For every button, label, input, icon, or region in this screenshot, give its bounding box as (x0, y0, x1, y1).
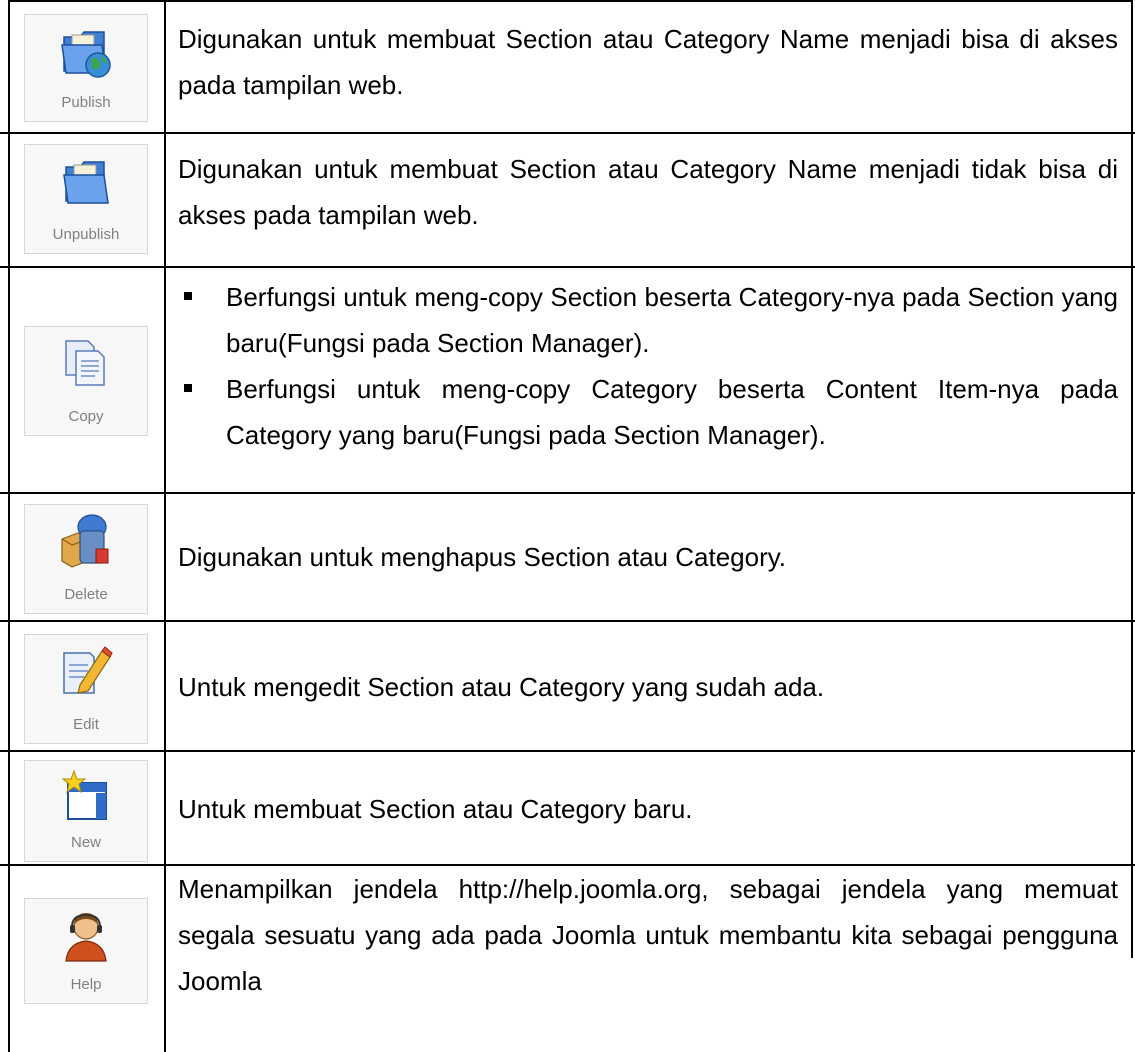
publish-description: Digunakan untuk membuat Section atau Cat… (178, 24, 1118, 100)
unpublish-button-label: Unpublish (52, 226, 120, 243)
new-button-label: New (70, 834, 101, 851)
table-row-new: New Untuk membuat Section atau Category … (0, 752, 1135, 866)
unpublish-description: Digunakan untuk membuat Section atau Cat… (178, 154, 1118, 230)
publish-button[interactable]: Publish (24, 14, 148, 122)
help-button-label: Help (70, 976, 102, 993)
edit-button-label: Edit (73, 716, 99, 733)
copy-description-item: Berfungsi untuk meng-copy Category beser… (178, 366, 1118, 458)
table-column-divider (164, 0, 166, 1052)
copy-button[interactable]: Copy (24, 326, 148, 436)
delete-trash-icon (61, 514, 109, 568)
table-row-edit: Edit Untuk mengedit Section atau Categor… (0, 622, 1135, 752)
copy-button-label: Copy (68, 408, 104, 425)
toolbar-buttons-table: Publish Digunakan untuk membuat Section … (0, 0, 1135, 1052)
new-description: Untuk membuat Section atau Category baru… (178, 794, 693, 824)
copy-description-list: Berfungsi untuk meng-copy Section besert… (178, 274, 1118, 458)
publish-folder-globe-icon (61, 31, 111, 78)
delete-button-label: Delete (64, 586, 108, 603)
publish-button-label: Publish (61, 94, 111, 111)
table-left-border (8, 0, 10, 1052)
copy-description-item: Berfungsi untuk meng-copy Section besert… (178, 274, 1118, 366)
table-row-delete: Delete Digunakan untuk menghapus Section… (0, 494, 1135, 622)
help-description: Menampilkan jendela http://help.joomla.o… (178, 874, 1118, 996)
table-right-border (1131, 0, 1133, 958)
table-row-copy: Copy Berfungsi untuk meng-copy Section b… (0, 268, 1135, 494)
new-button[interactable]: New (24, 760, 148, 862)
edit-pencil-icon (63, 646, 113, 694)
delete-description: Digunakan untuk menghapus Section atau C… (178, 542, 787, 572)
delete-button[interactable]: Delete (24, 504, 148, 614)
edit-button[interactable]: Edit (24, 634, 148, 744)
table-row-help: Help Menampilkan jendela http://help.joo… (0, 866, 1135, 1052)
help-button[interactable]: Help (24, 898, 148, 1004)
copy-documents-icon (65, 340, 105, 386)
help-support-person-icon (65, 913, 107, 962)
new-window-star-icon (61, 769, 107, 820)
unpublish-folder-icon (63, 161, 109, 204)
table-row-unpublish: Unpublish Digunakan untuk membuat Sectio… (0, 134, 1135, 268)
edit-description: Untuk mengedit Section atau Category yan… (178, 672, 825, 702)
table-row-publish: Publish Digunakan untuk membuat Section … (0, 0, 1135, 134)
unpublish-button[interactable]: Unpublish (24, 144, 148, 254)
